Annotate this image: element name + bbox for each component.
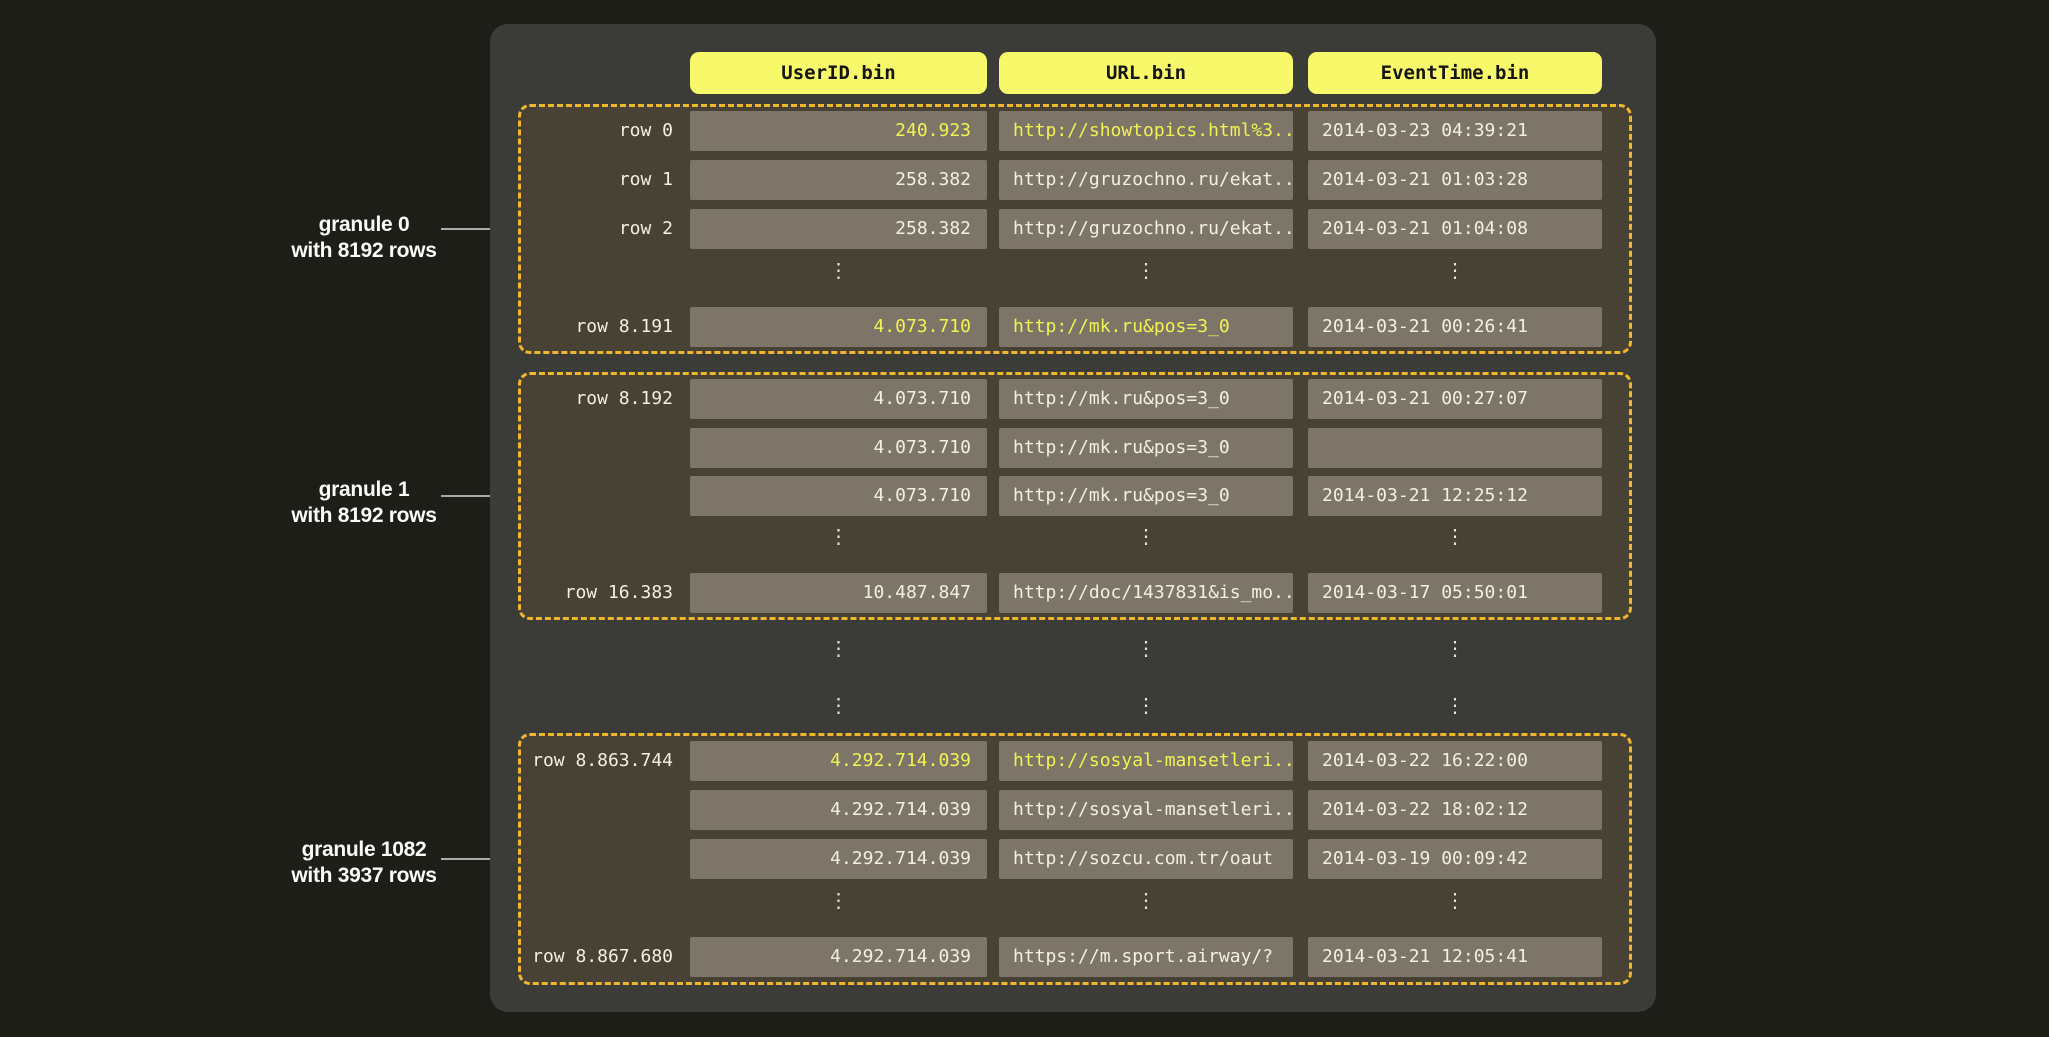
url-cell: http://sosyal-mansetleri... xyxy=(999,741,1293,781)
column-header-eventtime-bin: EventTime.bin xyxy=(1308,52,1602,94)
ellipsis-url: ⋮ xyxy=(999,888,1293,928)
userid-cell: 4.292.714.039 xyxy=(690,741,987,781)
userid-cell: 258.382 xyxy=(690,209,987,249)
between-ellipsis-row: ⋮ ⋮ ⋮ xyxy=(521,633,1629,663)
eventtime-cell: 2014-03-23 04:39:21 xyxy=(1308,111,1602,151)
url-cell: http://sosyal-mansetleri... xyxy=(999,790,1293,830)
url-cell: http://doc/1437831&is_mo... xyxy=(999,573,1293,613)
granule-0-box: row 0 240.923 http://showtopics.html%3... 2… xyxy=(518,104,1632,354)
url-cell: http://mk.ru&pos=3_0 xyxy=(999,476,1293,516)
eventtime-cell: 2014-03-21 01:04:08 xyxy=(1308,209,1602,249)
eventtime-cell: 2014-03-21 00:27:07 xyxy=(1308,379,1602,419)
ellipsis-userid: ⋮ xyxy=(690,690,987,720)
row-label: row 1 xyxy=(521,160,673,200)
ellipsis-userid: ⋮ xyxy=(690,633,987,663)
url-cell: http://gruzochno.ru/ekat... xyxy=(999,209,1293,249)
table-row: 4.073.710 http://mk.ru&pos=3_0 2014-03-21 … xyxy=(521,476,1629,516)
ellipsis-row: ⋮ ⋮ ⋮ xyxy=(521,524,1629,564)
url-cell: http://showtopics.html%3... xyxy=(999,111,1293,151)
url-cell: http://mk.ru&pos=3_0 xyxy=(999,379,1293,419)
eventtime-cell: 2014-03-21 01:03:28 xyxy=(1308,160,1602,200)
eventtime-cell: 2014-03-21 00:26:41 xyxy=(1308,307,1602,347)
ellipsis-eventtime: ⋮ xyxy=(1308,888,1602,928)
eventtime-cell: 2014-03-22 16:22:00 xyxy=(1308,741,1602,781)
userid-cell: 4.073.710 xyxy=(690,476,987,516)
granule-1-box: row 8.192 4.073.710 http://mk.ru&pos=3_0 20… xyxy=(518,372,1632,620)
ellipsis-eventtime: ⋮ xyxy=(1308,258,1602,298)
eventtime-cell: 2014-03-22 18:02:12 xyxy=(1308,790,1602,830)
column-header-url-bin: URL.bin xyxy=(999,52,1293,94)
ellipsis-userid: ⋮ xyxy=(690,524,987,564)
ellipsis-row: ⋮ ⋮ ⋮ xyxy=(521,258,1629,298)
ellipsis-userid: ⋮ xyxy=(690,888,987,928)
granule-1082-box: row 8.863.744 4.292.714.039 http://sosyal-… xyxy=(518,733,1632,985)
eventtime-cell: 2014-03-21 12:05:41 xyxy=(1308,937,1602,977)
ellipsis-eventtime: ⋮ xyxy=(1308,524,1602,564)
table-row: row 8.867.680 4.292.714.039 https://m.spor… xyxy=(521,937,1629,977)
row-label: row 8.191 xyxy=(521,307,673,347)
userid-cell: 4.292.714.039 xyxy=(690,937,987,977)
eventtime-cell: 2014-03-17 05:50:01 xyxy=(1308,573,1602,613)
ellipsis-url: ⋮ xyxy=(999,633,1293,663)
userid-cell: 4.292.714.039 xyxy=(690,790,987,830)
ellipsis-url: ⋮ xyxy=(999,690,1293,720)
url-cell: http://mk.ru&pos=3_0 xyxy=(999,307,1293,347)
table-row: 4.292.714.039 http://sosyal-mansetleri...… xyxy=(521,790,1629,830)
table-row: 4.292.714.039 http://sozcu.com.tr/oaut 201… xyxy=(521,839,1629,879)
userid-cell: 240.923 xyxy=(690,111,987,151)
ellipsis-eventtime: ⋮ xyxy=(1308,633,1602,663)
table-row: row 8.863.744 4.292.714.039 http://sosyal-… xyxy=(521,741,1629,781)
userid-cell: 4.073.710 xyxy=(690,379,987,419)
ellipsis-url: ⋮ xyxy=(999,524,1293,564)
row-label: row 8.863.744 xyxy=(521,741,673,781)
url-cell: http://mk.ru&pos=3_0 xyxy=(999,428,1293,468)
column-files-panel: UserID.bin URL.bin EventTime.bin row 0 24… xyxy=(490,24,1656,1012)
ellipsis-eventtime: ⋮ xyxy=(1308,690,1602,720)
table-row: row 16.383 10.487.847 http://doc/1437831&i… xyxy=(521,573,1629,613)
row-label: row 0 xyxy=(521,111,673,151)
userid-cell: 258.382 xyxy=(690,160,987,200)
url-cell: http://gruzochno.ru/ekat... xyxy=(999,160,1293,200)
userid-cell: 4.073.710 xyxy=(690,307,987,347)
between-granules-ellipsis: ⋮ ⋮ ⋮ ⋮ ⋮ ⋮ xyxy=(521,620,1629,733)
url-cell: https://m.sport.airway/? xyxy=(999,937,1293,977)
eventtime-cell: 2014-03-21 12:25:12 xyxy=(1308,476,1602,516)
userid-cell: 4.073.710 xyxy=(690,428,987,468)
row-label: row 8.192 xyxy=(521,379,673,419)
table-row: row 8.191 4.073.710 http://mk.ru&pos=3_0 20… xyxy=(521,307,1629,347)
table-row: row 2 258.382 http://gruzochno.ru/ekat... 2… xyxy=(521,209,1629,249)
table-row: 4.073.710 http://mk.ru&pos=3_0 xyxy=(521,428,1629,468)
ellipsis-userid: ⋮ xyxy=(690,258,987,298)
userid-cell: 10.487.847 xyxy=(690,573,987,613)
eventtime-cell xyxy=(1308,428,1602,468)
row-label: row 8.867.680 xyxy=(521,937,673,977)
granules-diagram: granule 0 with 8192 rows granule 1 with … xyxy=(0,0,2049,1037)
table-row: row 0 240.923 http://showtopics.html%3... 2… xyxy=(521,111,1629,151)
userid-cell: 4.292.714.039 xyxy=(690,839,987,879)
ellipsis-url: ⋮ xyxy=(999,258,1293,298)
table-row: row 8.192 4.073.710 http://mk.ru&pos=3_0 20… xyxy=(521,379,1629,419)
row-label: row 16.383 xyxy=(521,573,673,613)
eventtime-cell: 2014-03-19 00:09:42 xyxy=(1308,839,1602,879)
column-header-userid-bin: UserID.bin xyxy=(690,52,987,94)
row-label: row 2 xyxy=(521,209,673,249)
ellipsis-row: ⋮ ⋮ ⋮ xyxy=(521,888,1629,928)
between-ellipsis-row: ⋮ ⋮ ⋮ xyxy=(521,690,1629,720)
url-cell: http://sozcu.com.tr/oaut xyxy=(999,839,1293,879)
table-row: row 1 258.382 http://gruzochno.ru/ekat... 2… xyxy=(521,160,1629,200)
